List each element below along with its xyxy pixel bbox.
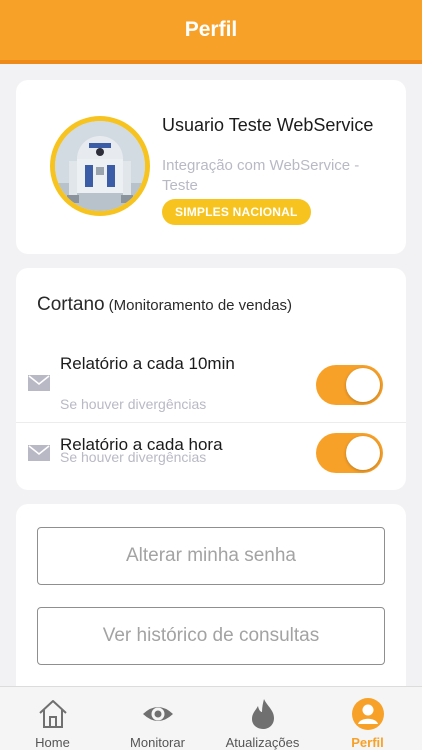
divider — [16, 422, 406, 423]
mail-icon — [28, 445, 50, 461]
tab-monitorar[interactable]: Monitorar — [105, 687, 210, 750]
section-title-text: Cortano — [37, 294, 105, 315]
tab-home[interactable]: Home — [0, 687, 105, 750]
avatar-image — [55, 121, 145, 211]
plan-badge: SIMPLES NACIONAL — [162, 199, 311, 225]
user-description: Integração com WebService - Teste — [162, 157, 360, 194]
avatar[interactable] — [50, 116, 150, 216]
tab-atualizacoes[interactable]: Atualizações — [210, 687, 315, 750]
cortano-card: Cortano (Monitoramento de vendas) Relatór… — [16, 268, 406, 490]
setting-hint: Se houver divergências — [60, 449, 207, 465]
profile-card: Usuario Teste WebService Integração com … — [16, 80, 406, 254]
section-subtitle: (Monitoramento de vendas) — [108, 297, 293, 314]
tab-perfil[interactable]: Perfil — [315, 687, 420, 750]
tab-bar: Home Monitorar Atualizações Perfil — [0, 686, 422, 750]
eye-icon — [143, 707, 173, 721]
toggle-hourly[interactable] — [316, 433, 383, 473]
flame-icon — [252, 699, 274, 729]
history-button[interactable]: Ver histórico de consultas — [37, 607, 385, 665]
actions-card: Alterar minha senha Ver histórico de con… — [16, 504, 406, 704]
app-header: Perfil — [0, 0, 422, 64]
section-title: Cortano (Monitoramento de vendas) — [37, 294, 292, 316]
setting-row-hourly: Relatório a cada hora Se houver divergên… — [16, 425, 406, 481]
user-name: Usuario Teste WebService — [162, 115, 374, 135]
setting-hint: Se houver divergências — [60, 396, 207, 412]
page-title: Perfil — [184, 18, 238, 41]
tab-label: Perfil — [351, 735, 384, 750]
toggle-knob — [346, 436, 380, 470]
home-icon — [39, 700, 67, 728]
mail-icon — [28, 375, 50, 391]
setting-row-10min: Relatório a cada 10min Se houver divergê… — [16, 350, 406, 422]
user-circle-icon — [352, 698, 384, 730]
tab-label: Atualizações — [225, 735, 300, 750]
toggle-10min[interactable] — [316, 365, 383, 405]
tab-label: Home — [35, 735, 70, 750]
change-password-button[interactable]: Alterar minha senha — [37, 527, 385, 585]
toggle-knob — [346, 368, 380, 402]
setting-label: Relatório a cada 10min — [60, 354, 235, 373]
tab-label: Monitorar — [130, 735, 185, 750]
